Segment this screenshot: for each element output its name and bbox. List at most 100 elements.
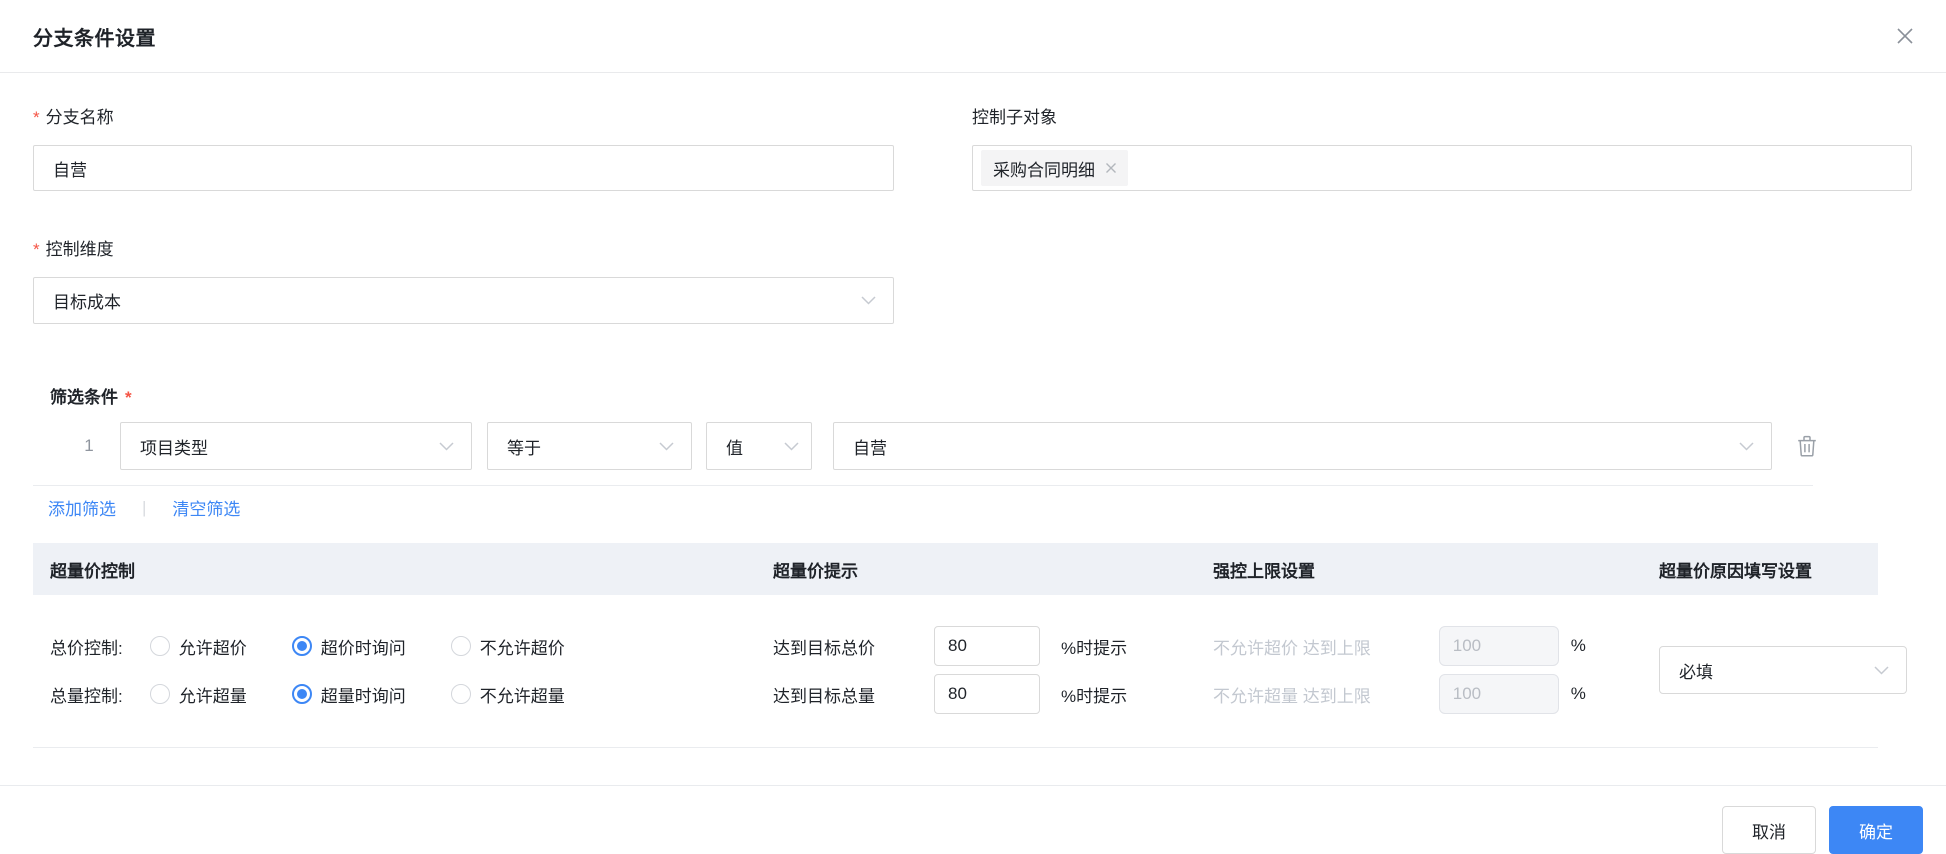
price-threshold-suffix: %时提示 (1061, 638, 1128, 658)
cancel-button[interactable]: 取消 (1722, 806, 1816, 854)
quantity-limit-input (1438, 674, 1559, 714)
filter-value-text: 自营 (853, 438, 887, 458)
radio-option-allow-over-quantity[interactable]: 允许超量 (149, 682, 247, 707)
radio-option-label: 允许超价 (178, 638, 247, 658)
delete-filter-row-button[interactable] (1797, 435, 1817, 457)
quantity-limit-suffix: % (1570, 684, 1586, 703)
radio-option-label: 超量时询问 (320, 686, 406, 706)
quantity-reach-label: 达到目标总量 (773, 686, 875, 706)
branch-name-field-group: * 分支名称 (33, 106, 894, 191)
radio-option-ask-over-price[interactable]: 超价时询问 (291, 634, 406, 659)
radio-icon (149, 636, 170, 656)
price-control-label: 总价控制: (50, 638, 123, 658)
control-dimension-value: 目标成本 (53, 293, 121, 312)
filter-value-type-select[interactable]: 值 (706, 422, 812, 470)
control-dimension-field-group: * 控制维度 目标成本 (33, 238, 894, 324)
chevron-down-icon (784, 441, 799, 451)
quantity-threshold-suffix: %时提示 (1061, 686, 1128, 706)
reason-required-select[interactable]: 必填 (1659, 646, 1907, 694)
header-overage-control: 超量价控制 (50, 561, 135, 581)
required-marker: * (33, 240, 40, 259)
header-overage-prompt: 超量价提示 (773, 561, 858, 581)
filter-condition-row: 1 项目类型 等于 值 自营 (33, 422, 1912, 470)
radio-option-label: 不允许超量 (479, 686, 565, 706)
dialog-header: 分支条件设置 (0, 0, 1946, 73)
price-limit-suffix: % (1570, 636, 1586, 655)
control-dimension-select[interactable]: 目标成本 (33, 277, 894, 324)
radio-icon (291, 684, 312, 704)
chevron-down-icon (1739, 441, 1754, 451)
filter-operator-value: 等于 (507, 438, 541, 458)
header-hard-limit: 强控上限设置 (1213, 561, 1315, 581)
price-limit-label: 不允许超价 达到上限 (1213, 638, 1371, 658)
links-separator: | (142, 497, 147, 517)
price-prompt-cell: 达到目标总价 %时提示 (743, 622, 1183, 670)
quantity-limit-cell: 不允许超量 达到上限 % (1183, 670, 1629, 718)
filter-divider (33, 485, 1813, 486)
form-row-top: * 分支名称 控制子对象 采购合同明细 (33, 106, 1912, 191)
branch-name-input[interactable] (33, 145, 894, 191)
quantity-limit-label: 不允许超量 达到上限 (1213, 686, 1371, 706)
control-sub-object-input[interactable]: 采购合同明细 (972, 145, 1912, 191)
chevron-down-icon (659, 441, 674, 451)
radio-option-label: 不允许超价 (479, 638, 565, 658)
filter-value-select[interactable]: 自营 (833, 422, 1772, 470)
branch-name-label-text: 分支名称 (45, 108, 114, 127)
overage-control-table: 超量价控制 超量价提示 强控上限设置 超量价原因填写设置 总价控制: 允许超价 … (33, 543, 1907, 748)
required-marker: * (125, 388, 132, 407)
required-marker: * (33, 108, 40, 127)
quantity-prompt-cell: 达到目标总量 %时提示 (743, 670, 1183, 718)
price-limit-cell: 不允许超价 达到上限 % (1183, 622, 1629, 670)
close-icon (1897, 28, 1913, 44)
price-reach-label: 达到目标总价 (773, 638, 875, 658)
chevron-down-icon (1874, 665, 1889, 675)
quantity-control-cell: 总量控制: 允许超量 超量时询问 不允许超量 (33, 670, 743, 718)
sub-object-tag: 采购合同明细 (981, 150, 1128, 186)
dialog-title: 分支条件设置 (33, 27, 156, 50)
filter-value-type-value: 值 (726, 438, 743, 458)
table-bottom-divider (33, 747, 1878, 748)
price-control-cell: 总价控制: 允许超价 超价时询问 不允许超价 (33, 622, 743, 670)
confirm-button[interactable]: 确定 (1829, 806, 1923, 854)
branch-condition-dialog: 分支条件设置 * 分支名称 控制子对象 采购合同明细 (0, 0, 1946, 854)
radio-icon (450, 636, 471, 656)
control-sub-object-field-group: 控制子对象 采购合同明细 (972, 106, 1912, 191)
price-limit-input (1438, 626, 1559, 666)
radio-icon (291, 636, 312, 656)
close-button[interactable] (1890, 21, 1920, 51)
radio-option-label: 超价时询问 (320, 638, 406, 658)
control-sub-object-label: 控制子对象 (972, 108, 1057, 127)
header-reason-setting: 超量价原因填写设置 (1659, 561, 1812, 581)
radio-option-allow-over-price[interactable]: 允许超价 (149, 634, 247, 659)
radio-option-ask-over-quantity[interactable]: 超量时询问 (291, 682, 406, 707)
add-filter-link[interactable]: 添加筛选 (48, 495, 116, 520)
tag-close-icon (1106, 163, 1116, 173)
trash-icon (1798, 435, 1816, 457)
filter-links: 添加筛选 | 清空筛选 (48, 495, 1912, 520)
chevron-down-icon (861, 296, 876, 305)
branch-name-label: * 分支名称 (33, 106, 894, 130)
sub-object-tag-label: 采购合同明细 (993, 160, 1095, 180)
chevron-down-icon (439, 441, 454, 451)
clear-filter-link[interactable]: 清空筛选 (172, 495, 240, 520)
radio-option-forbid-over-price[interactable]: 不允许超价 (450, 634, 565, 659)
dialog-footer: 取消 确定 (0, 785, 1946, 854)
radio-option-forbid-over-quantity[interactable]: 不允许超量 (450, 682, 565, 707)
quantity-control-label: 总量控制: (50, 686, 123, 706)
reason-required-value: 必填 (1679, 662, 1713, 682)
quantity-threshold-input[interactable] (934, 674, 1040, 714)
filter-field-select[interactable]: 项目类型 (120, 422, 472, 470)
filter-operator-select[interactable]: 等于 (487, 422, 692, 470)
filter-field-value: 项目类型 (140, 438, 208, 458)
radio-option-label: 允许超量 (178, 686, 247, 706)
radio-icon (149, 684, 170, 704)
control-dimension-label: * 控制维度 (33, 238, 894, 262)
tag-remove-button[interactable] (1104, 161, 1118, 175)
filter-conditions-heading: 筛选条件 * (50, 383, 1912, 408)
table-header-row: 超量价控制 超量价提示 强控上限设置 超量价原因填写设置 (33, 543, 1878, 595)
price-threshold-input[interactable] (934, 626, 1040, 666)
table-body: 总价控制: 允许超价 超价时询问 不允许超价 达到目标总价 80 %时提示 不允… (33, 595, 1907, 747)
dialog-body: * 分支名称 控制子对象 采购合同明细 (0, 73, 1946, 764)
reason-setting-cell: 必填 (1629, 622, 1907, 718)
filter-row-index: 1 (84, 436, 94, 455)
